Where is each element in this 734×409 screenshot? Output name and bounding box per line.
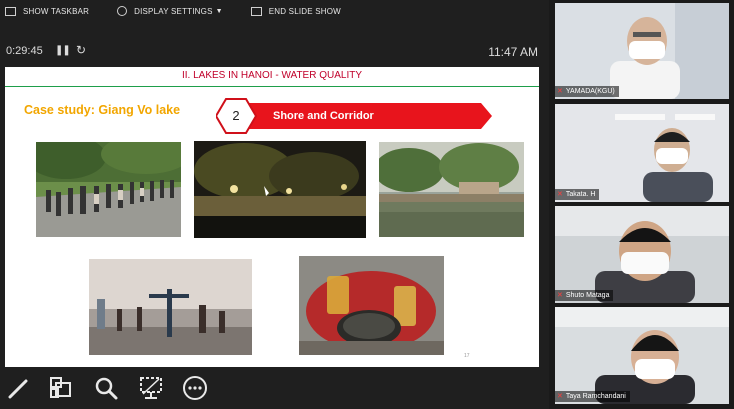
participant-name-tag: ✕ Takata. H [555, 189, 600, 200]
photo-exercise-equipment [89, 259, 252, 355]
end-slide-show-label: END SLIDE SHOW [268, 6, 341, 16]
photo-lake-shore [379, 142, 524, 237]
muted-mic-icon: ✕ [557, 191, 563, 198]
muted-mic-icon: ✕ [557, 88, 563, 95]
chevron-down-icon: ▼ [215, 7, 223, 15]
participant-name-tag: ✕ YAMADA(KGU) [555, 86, 619, 97]
show-taskbar-button[interactable]: SHOW TASKBAR [5, 6, 90, 16]
presenter-view: SHOW TASKBAR DISPLAY SETTINGS ▼ END SLID… [0, 0, 549, 409]
clock: 11:47 AM [488, 45, 538, 59]
participant-name: YAMADA(KGU) [565, 88, 615, 95]
participant-name: Shuto Mataga [565, 292, 610, 299]
show-taskbar-label: SHOW TASKBAR [23, 6, 90, 16]
end-slide-show-button[interactable]: END SLIDE SHOW [250, 6, 341, 16]
presenter-tools [0, 369, 549, 409]
slide-header: II. LAKES IN HANOI - WATER QUALITY [5, 67, 539, 87]
display-settings-label: DISPLAY SETTINGS [134, 6, 213, 16]
section-badge: 2 Shore and Corridor [216, 98, 492, 134]
slide-page-number: 17 [464, 353, 470, 359]
more-icon[interactable] [182, 375, 208, 401]
participant-videos: ✕ YAMADA(KGU) ✕ Takata. H ✕ Shuto Mataga… [549, 0, 734, 409]
case-study-title: Case study: Giang Vo lake [24, 103, 181, 117]
pointer-screen-icon[interactable] [138, 375, 164, 401]
participant-name-tag: ✕ Taya Ramchandani [555, 391, 630, 402]
participant-tile[interactable]: ✕ Takata. H [555, 104, 729, 202]
pen-icon[interactable] [6, 375, 32, 401]
participant-name-tag: ✕ Shuto Mataga [555, 290, 614, 301]
zoom-icon[interactable] [93, 375, 119, 401]
display-settings-icon [117, 6, 128, 16]
timer-bar: 0:29:45 ❚❚ ↻ 11:47 AM [0, 43, 549, 60]
photo-exercise-path [36, 142, 181, 237]
current-slide: II. LAKES IN HANOI - WATER QUALITY Case … [5, 67, 539, 367]
slides-grid-icon[interactable] [48, 375, 74, 401]
taskbar-icon [5, 6, 16, 16]
muted-mic-icon: ✕ [557, 292, 563, 299]
participant-name: Takata. H [565, 191, 596, 198]
badge-number: 2 [232, 108, 240, 123]
top-toolbar: SHOW TASKBAR DISPLAY SETTINGS ▼ END SLID… [0, 0, 549, 22]
muted-mic-icon: ✕ [557, 393, 563, 400]
participant-tile[interactable]: ✕ YAMADA(KGU) [555, 3, 729, 99]
pause-timer-button[interactable]: ❚❚ [55, 45, 71, 56]
badge-text: Shore and Corridor [273, 110, 374, 122]
participant-tile[interactable]: ✕ Shuto Mataga [555, 206, 729, 303]
display-settings-button[interactable]: DISPLAY SETTINGS ▼ [117, 6, 223, 16]
reset-timer-button[interactable]: ↻ [76, 43, 86, 57]
end-slideshow-icon [250, 6, 262, 16]
photo-drinks-seeds [299, 256, 444, 355]
photo-night-lakeside [194, 141, 366, 238]
elapsed-timer: 0:29:45 [6, 45, 43, 57]
participant-tile[interactable]: ✕ Taya Ramchandani [555, 307, 729, 404]
participant-name: Taya Ramchandani [565, 393, 626, 400]
